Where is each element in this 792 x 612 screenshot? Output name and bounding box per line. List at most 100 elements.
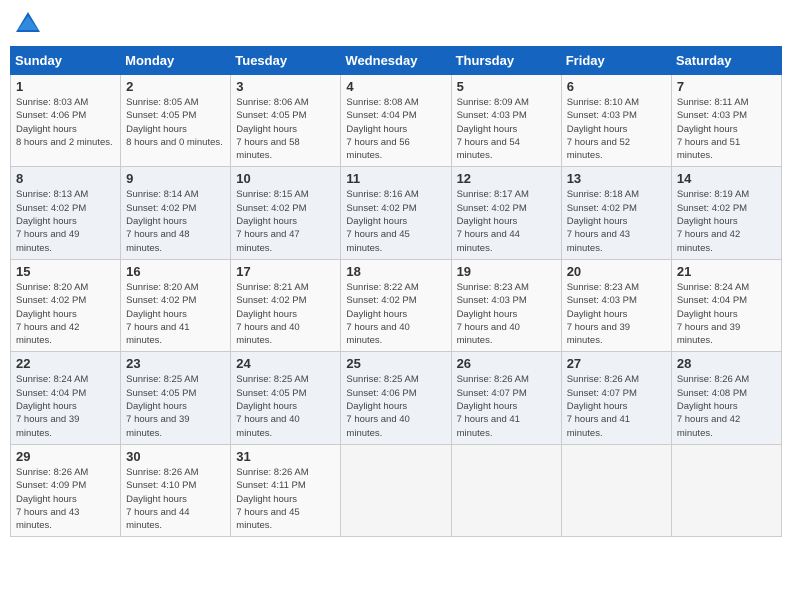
day-cell: 14 Sunrise: 8:19 AM Sunset: 4:02 PM Dayl…: [671, 167, 781, 259]
day-number: 7: [677, 79, 776, 94]
day-number: 13: [567, 171, 666, 186]
day-number: 8: [16, 171, 115, 186]
day-number: 21: [677, 264, 776, 279]
day-info: Sunrise: 8:26 AM Sunset: 4:07 PM Dayligh…: [567, 373, 666, 439]
day-number: 20: [567, 264, 666, 279]
header-wednesday: Wednesday: [341, 47, 451, 75]
weekday-header-row: SundayMondayTuesdayWednesdayThursdayFrid…: [11, 47, 782, 75]
day-info: Sunrise: 8:15 AM Sunset: 4:02 PM Dayligh…: [236, 188, 335, 254]
day-number: 16: [126, 264, 225, 279]
day-cell: 30 Sunrise: 8:26 AM Sunset: 4:10 PM Dayl…: [121, 444, 231, 536]
day-info: Sunrise: 8:25 AM Sunset: 4:05 PM Dayligh…: [126, 373, 225, 439]
day-cell: [451, 444, 561, 536]
day-cell: 1 Sunrise: 8:03 AM Sunset: 4:06 PM Dayli…: [11, 75, 121, 167]
day-info: Sunrise: 8:03 AM Sunset: 4:06 PM Dayligh…: [16, 96, 115, 149]
day-number: 18: [346, 264, 445, 279]
day-cell: 21 Sunrise: 8:24 AM Sunset: 4:04 PM Dayl…: [671, 259, 781, 351]
day-info: Sunrise: 8:26 AM Sunset: 4:07 PM Dayligh…: [457, 373, 556, 439]
day-cell: 26 Sunrise: 8:26 AM Sunset: 4:07 PM Dayl…: [451, 352, 561, 444]
header-thursday: Thursday: [451, 47, 561, 75]
day-cell: 6 Sunrise: 8:10 AM Sunset: 4:03 PM Dayli…: [561, 75, 671, 167]
day-info: Sunrise: 8:10 AM Sunset: 4:03 PM Dayligh…: [567, 96, 666, 162]
day-cell: 3 Sunrise: 8:06 AM Sunset: 4:05 PM Dayli…: [231, 75, 341, 167]
day-cell: 17 Sunrise: 8:21 AM Sunset: 4:02 PM Dayl…: [231, 259, 341, 351]
day-number: 17: [236, 264, 335, 279]
day-cell: 27 Sunrise: 8:26 AM Sunset: 4:07 PM Dayl…: [561, 352, 671, 444]
day-number: 1: [16, 79, 115, 94]
day-cell: 9 Sunrise: 8:14 AM Sunset: 4:02 PM Dayli…: [121, 167, 231, 259]
day-number: 27: [567, 356, 666, 371]
day-info: Sunrise: 8:26 AM Sunset: 4:08 PM Dayligh…: [677, 373, 776, 439]
day-cell: 4 Sunrise: 8:08 AM Sunset: 4:04 PM Dayli…: [341, 75, 451, 167]
day-info: Sunrise: 8:26 AM Sunset: 4:09 PM Dayligh…: [16, 466, 115, 532]
day-number: 15: [16, 264, 115, 279]
day-info: Sunrise: 8:17 AM Sunset: 4:02 PM Dayligh…: [457, 188, 556, 254]
week-row-2: 8 Sunrise: 8:13 AM Sunset: 4:02 PM Dayli…: [11, 167, 782, 259]
logo: [14, 10, 46, 38]
day-cell: 25 Sunrise: 8:25 AM Sunset: 4:06 PM Dayl…: [341, 352, 451, 444]
day-number: 23: [126, 356, 225, 371]
header-friday: Friday: [561, 47, 671, 75]
day-cell: 28 Sunrise: 8:26 AM Sunset: 4:08 PM Dayl…: [671, 352, 781, 444]
day-number: 14: [677, 171, 776, 186]
day-cell: 15 Sunrise: 8:20 AM Sunset: 4:02 PM Dayl…: [11, 259, 121, 351]
day-cell: 18 Sunrise: 8:22 AM Sunset: 4:02 PM Dayl…: [341, 259, 451, 351]
day-info: Sunrise: 8:22 AM Sunset: 4:02 PM Dayligh…: [346, 281, 445, 347]
day-info: Sunrise: 8:05 AM Sunset: 4:05 PM Dayligh…: [126, 96, 225, 149]
day-info: Sunrise: 8:25 AM Sunset: 4:06 PM Dayligh…: [346, 373, 445, 439]
day-number: 22: [16, 356, 115, 371]
day-number: 6: [567, 79, 666, 94]
header-sunday: Sunday: [11, 47, 121, 75]
day-number: 3: [236, 79, 335, 94]
day-number: 9: [126, 171, 225, 186]
header-tuesday: Tuesday: [231, 47, 341, 75]
day-cell: 7 Sunrise: 8:11 AM Sunset: 4:03 PM Dayli…: [671, 75, 781, 167]
day-info: Sunrise: 8:26 AM Sunset: 4:10 PM Dayligh…: [126, 466, 225, 532]
day-info: Sunrise: 8:14 AM Sunset: 4:02 PM Dayligh…: [126, 188, 225, 254]
day-cell: 23 Sunrise: 8:25 AM Sunset: 4:05 PM Dayl…: [121, 352, 231, 444]
week-row-1: 1 Sunrise: 8:03 AM Sunset: 4:06 PM Dayli…: [11, 75, 782, 167]
day-cell: 10 Sunrise: 8:15 AM Sunset: 4:02 PM Dayl…: [231, 167, 341, 259]
day-cell: [561, 444, 671, 536]
day-info: Sunrise: 8:11 AM Sunset: 4:03 PM Dayligh…: [677, 96, 776, 162]
day-info: Sunrise: 8:24 AM Sunset: 4:04 PM Dayligh…: [16, 373, 115, 439]
day-cell: 20 Sunrise: 8:23 AM Sunset: 4:03 PM Dayl…: [561, 259, 671, 351]
day-cell: 2 Sunrise: 8:05 AM Sunset: 4:05 PM Dayli…: [121, 75, 231, 167]
header-monday: Monday: [121, 47, 231, 75]
day-info: Sunrise: 8:08 AM Sunset: 4:04 PM Dayligh…: [346, 96, 445, 162]
day-number: 26: [457, 356, 556, 371]
day-info: Sunrise: 8:13 AM Sunset: 4:02 PM Dayligh…: [16, 188, 115, 254]
day-cell: 11 Sunrise: 8:16 AM Sunset: 4:02 PM Dayl…: [341, 167, 451, 259]
page-header: [10, 10, 782, 38]
day-info: Sunrise: 8:20 AM Sunset: 4:02 PM Dayligh…: [16, 281, 115, 347]
day-number: 5: [457, 79, 556, 94]
day-info: Sunrise: 8:20 AM Sunset: 4:02 PM Dayligh…: [126, 281, 225, 347]
day-number: 25: [346, 356, 445, 371]
week-row-4: 22 Sunrise: 8:24 AM Sunset: 4:04 PM Dayl…: [11, 352, 782, 444]
day-number: 29: [16, 449, 115, 464]
day-info: Sunrise: 8:26 AM Sunset: 4:11 PM Dayligh…: [236, 466, 335, 532]
day-cell: 24 Sunrise: 8:25 AM Sunset: 4:05 PM Dayl…: [231, 352, 341, 444]
day-info: Sunrise: 8:23 AM Sunset: 4:03 PM Dayligh…: [457, 281, 556, 347]
day-cell: 29 Sunrise: 8:26 AM Sunset: 4:09 PM Dayl…: [11, 444, 121, 536]
day-info: Sunrise: 8:09 AM Sunset: 4:03 PM Dayligh…: [457, 96, 556, 162]
week-row-5: 29 Sunrise: 8:26 AM Sunset: 4:09 PM Dayl…: [11, 444, 782, 536]
day-info: Sunrise: 8:19 AM Sunset: 4:02 PM Dayligh…: [677, 188, 776, 254]
day-info: Sunrise: 8:16 AM Sunset: 4:02 PM Dayligh…: [346, 188, 445, 254]
day-info: Sunrise: 8:06 AM Sunset: 4:05 PM Dayligh…: [236, 96, 335, 162]
day-number: 2: [126, 79, 225, 94]
day-number: 31: [236, 449, 335, 464]
day-cell: 12 Sunrise: 8:17 AM Sunset: 4:02 PM Dayl…: [451, 167, 561, 259]
day-number: 12: [457, 171, 556, 186]
day-cell: [341, 444, 451, 536]
day-cell: 22 Sunrise: 8:24 AM Sunset: 4:04 PM Dayl…: [11, 352, 121, 444]
week-row-3: 15 Sunrise: 8:20 AM Sunset: 4:02 PM Dayl…: [11, 259, 782, 351]
calendar-table: SundayMondayTuesdayWednesdayThursdayFrid…: [10, 46, 782, 537]
day-cell: 5 Sunrise: 8:09 AM Sunset: 4:03 PM Dayli…: [451, 75, 561, 167]
day-number: 30: [126, 449, 225, 464]
day-cell: [671, 444, 781, 536]
day-info: Sunrise: 8:18 AM Sunset: 4:02 PM Dayligh…: [567, 188, 666, 254]
day-cell: 16 Sunrise: 8:20 AM Sunset: 4:02 PM Dayl…: [121, 259, 231, 351]
day-cell: 8 Sunrise: 8:13 AM Sunset: 4:02 PM Dayli…: [11, 167, 121, 259]
day-cell: 13 Sunrise: 8:18 AM Sunset: 4:02 PM Dayl…: [561, 167, 671, 259]
